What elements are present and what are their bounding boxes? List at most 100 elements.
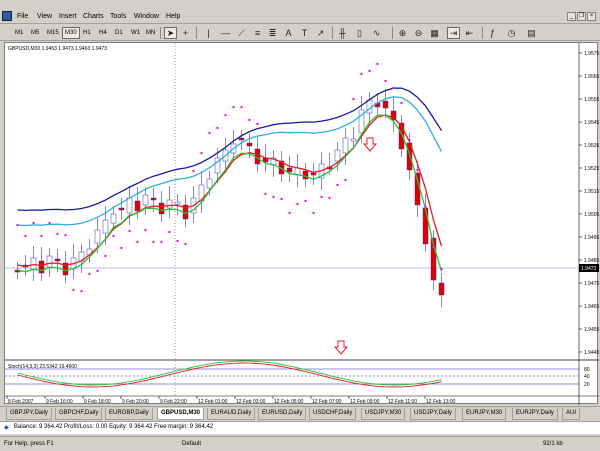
tile-windows-icon[interactable]: ▦ [428, 27, 441, 39]
indicators-icon[interactable]: ƒ [486, 27, 499, 39]
candle-body [142, 194, 149, 206]
sar-dot [376, 62, 379, 66]
menu-bar: File View Insert Charts Tools Window Hel… [0, 10, 600, 24]
timeframe-m30[interactable]: M30 [62, 27, 80, 39]
candle-body [246, 142, 253, 147]
sar-dot [104, 254, 107, 258]
sar-dot [400, 101, 403, 105]
timeframe-m5[interactable]: M5 [28, 27, 42, 39]
minimize-icon[interactable]: _ [567, 12, 576, 21]
menu-view[interactable]: View [37, 13, 52, 20]
candle-body [310, 172, 317, 176]
sar-dot [296, 202, 299, 206]
horizontal-line-icon[interactable]: — [219, 27, 232, 39]
candle-body [134, 200, 141, 212]
price-tick-label: 1.9565 [584, 74, 599, 80]
sar-dot [48, 221, 51, 225]
timeframe-h4[interactable]: H4 [96, 27, 110, 39]
sar-dot [392, 86, 395, 90]
arrow-tool-icon[interactable]: ↗ [314, 27, 327, 39]
label-icon[interactable]: T [298, 27, 311, 39]
sar-dot [416, 168, 419, 172]
autoscroll-icon[interactable]: ⇥ [447, 27, 460, 39]
sar-dot [120, 246, 123, 250]
channel-icon[interactable]: ≡ [251, 27, 264, 39]
zoom-in-icon[interactable]: ⊕ [396, 27, 409, 39]
sar-dot [288, 211, 291, 215]
price-tick-label: 1.9555 [584, 97, 599, 103]
candle-body [118, 207, 125, 211]
timeframe-d1[interactable]: D1 [112, 27, 126, 39]
tab-eurjpy-daily[interactable]: EURJPY,Daily [512, 408, 558, 420]
sar-dot [312, 211, 315, 215]
restore-icon[interactable]: ❐ [577, 12, 586, 21]
tab-gbpjpy-daily[interactable]: GBPJPY,Daily [6, 408, 52, 420]
candle-body [158, 202, 165, 215]
sar-dot [368, 69, 371, 73]
candle-body [302, 170, 309, 180]
candle-body [342, 137, 349, 154]
line-chart-icon[interactable]: ∿ [370, 27, 383, 39]
sar-dot [168, 230, 171, 234]
candle-body [38, 260, 45, 274]
templates-icon[interactable]: ▤ [525, 27, 538, 39]
sar-dot [192, 169, 195, 173]
trendline-icon[interactable]: ⟋ [235, 27, 248, 39]
chart-canvas[interactable]: GBPUSD,M30 1.9453 1.9473 1.9463 1.9473 1.… [5, 43, 599, 405]
chart-window[interactable]: GBPUSD,M30 1.9453 1.9473 1.9463 1.9473 1.… [4, 42, 599, 405]
timeframe-m15[interactable]: M15 [44, 27, 62, 39]
zoom-out-icon[interactable]: ⊖ [412, 27, 425, 39]
tab-eurusd-daily[interactable]: EURUSD,Daily [258, 408, 307, 420]
menu-tools[interactable]: Tools [110, 13, 126, 20]
candle-body [366, 99, 373, 114]
timeframe-h1[interactable]: H1 [80, 27, 94, 39]
time-tick-label: 9 Feb 20:00 [122, 399, 149, 405]
crosshair-icon[interactable]: + [179, 27, 192, 39]
tab-usdjpy-m30[interactable]: USDJPY,M30 [361, 408, 406, 420]
tab-usdchf-daily[interactable]: USDCHF,Daily [309, 408, 357, 420]
bar-chart-icon[interactable]: ╫ [336, 27, 349, 39]
menu-window[interactable]: Window [134, 13, 159, 20]
status-help: For Help, press F1 [4, 441, 54, 447]
candle-body [174, 201, 181, 205]
stoch-tick-label: 40 [584, 374, 590, 380]
candle-body [422, 207, 429, 245]
price-tick-label: 1.9575 [584, 51, 599, 57]
candle-body [206, 178, 213, 189]
sar-dot [216, 126, 219, 130]
close-icon[interactable]: × [587, 12, 596, 21]
cursor-icon[interactable]: ➤ [164, 27, 177, 39]
sar-dot [280, 197, 283, 201]
time-tick-label: 12 Feb 05:00 [274, 399, 304, 405]
tab-eurgbp-daily[interactable]: EURGBP,Daily [105, 408, 153, 420]
menu-file[interactable]: File [17, 13, 28, 20]
tab-euraud-daily[interactable]: EURAUD,Daily [207, 408, 256, 420]
timeframe-mn[interactable]: MN [143, 27, 158, 39]
chart-shift-icon[interactable]: ⇤ [463, 27, 476, 39]
menu-insert[interactable]: Insert [59, 13, 77, 20]
sar-dot [440, 267, 443, 271]
menu-charts[interactable]: Charts [83, 13, 104, 20]
sell-arrow-icon [333, 340, 349, 355]
tab-gbpchf-daily[interactable]: GBPCHF,Daily [55, 408, 103, 420]
candle-body [382, 100, 389, 109]
tab-aui[interactable]: AUI [562, 408, 581, 420]
tab-usdjpy-daily[interactable]: USDJPY,Daily [410, 408, 456, 420]
vertical-line-icon[interactable]: | [202, 27, 215, 39]
tab-gbpusd-m30[interactable]: GBPUSD,M30 [157, 408, 205, 420]
timeframe-m1[interactable]: M1 [12, 27, 26, 39]
tab-eurjpy-m30[interactable]: EURJPY,M30 [462, 408, 507, 420]
text-icon[interactable]: A [282, 27, 295, 39]
sar-dot [136, 240, 139, 244]
periods-icon[interactable]: ◷ [505, 27, 518, 39]
candle-body [30, 257, 37, 270]
timeframe-w1[interactable]: W1 [128, 27, 143, 39]
fibonacci-icon[interactable]: ≣ [266, 27, 279, 39]
sar-dot [112, 234, 115, 238]
price-tick-label: 1.9525 [584, 166, 599, 172]
candlestick-icon[interactable]: ▯ [353, 27, 366, 39]
sar-dot [336, 183, 339, 187]
menu-help[interactable]: Help [166, 13, 180, 20]
sar-dot [424, 205, 427, 209]
price-tick-label: 1.9475 [584, 281, 599, 287]
